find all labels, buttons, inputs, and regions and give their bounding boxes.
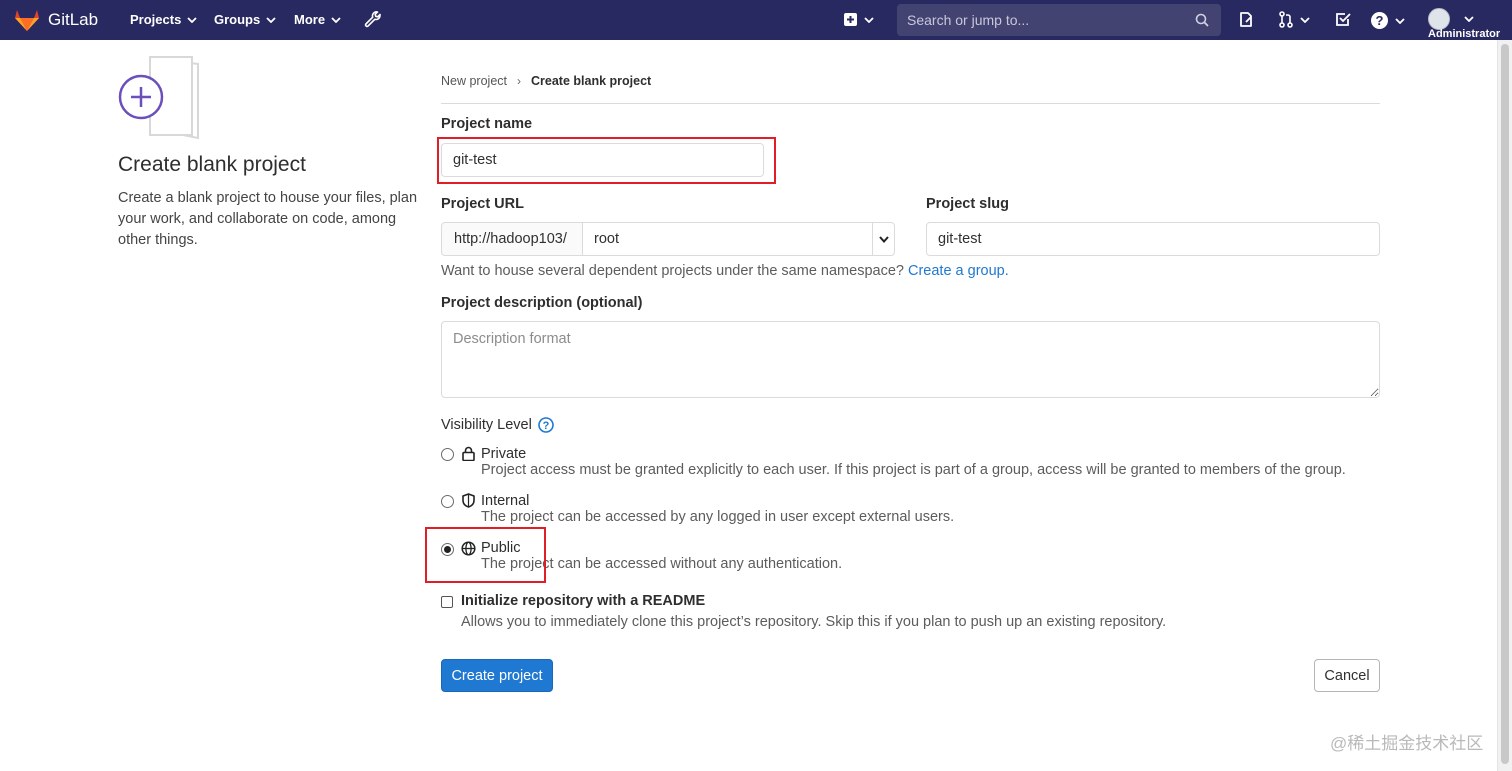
- merge-requests-dropdown[interactable]: [1278, 11, 1310, 28]
- blank-project-illustration-icon: [118, 56, 199, 139]
- admin-wrench-icon[interactable]: [364, 11, 382, 29]
- user-name: Administrator: [1428, 28, 1501, 40]
- chevron-down-icon: [266, 16, 276, 23]
- nav-more-label: More: [294, 12, 326, 27]
- readme-label: Initialize repository with a README: [461, 593, 706, 609]
- lock-icon: [462, 446, 475, 461]
- visibility-private-label: Private: [481, 446, 527, 462]
- chevron-down-icon: [1464, 16, 1474, 22]
- brand-home-link[interactable]: GitLab: [14, 6, 98, 34]
- issues-button[interactable]: [1238, 11, 1254, 28]
- issues-icon: [1240, 12, 1252, 27]
- url-prefix: http://hadoop103/: [441, 222, 583, 256]
- cancel-button[interactable]: Cancel: [1314, 659, 1380, 692]
- plus-square-icon: [844, 13, 857, 26]
- visibility-internal-radio[interactable]: [441, 495, 454, 508]
- project-slug-input[interactable]: [926, 222, 1380, 256]
- project-name-label: Project name: [441, 116, 533, 132]
- project-slug-label: Project slug: [926, 196, 1009, 212]
- visibility-private-radio[interactable]: [441, 448, 454, 461]
- new-item-dropdown[interactable]: [843, 12, 874, 27]
- description-label: Project description (optional): [441, 295, 643, 311]
- chevron-down-icon: [1395, 17, 1405, 24]
- divider: [441, 103, 1380, 104]
- svg-text:?: ?: [542, 420, 549, 432]
- chevron-down-icon: [864, 16, 874, 23]
- search-input[interactable]: [897, 4, 1187, 36]
- visibility-level-heading: Visibility Level ?: [441, 417, 554, 433]
- create-group-link[interactable]: Create a group.: [908, 263, 1009, 279]
- nav-projects-label: Projects: [130, 12, 182, 27]
- chevron-right-icon: ›: [517, 74, 521, 88]
- visibility-label: Visibility Level: [441, 417, 532, 433]
- todo-check-icon: [1336, 13, 1351, 26]
- gitlab-logo-icon: [15, 10, 39, 31]
- watermark: @稀土掘金技术社区: [1330, 734, 1484, 753]
- nav-groups-label: Groups: [214, 12, 261, 27]
- todos-button[interactable]: [1335, 11, 1351, 27]
- merge-request-icon: [1279, 11, 1293, 28]
- chevron-down-icon: [879, 236, 889, 243]
- svg-text:?: ?: [1376, 13, 1384, 28]
- highlight-box: [425, 527, 546, 583]
- namespace-select[interactable]: root: [582, 222, 895, 256]
- brand-name: GitLab: [48, 10, 99, 29]
- namespace-help-text: Want to house several dependent projects…: [441, 263, 1009, 279]
- description-textarea[interactable]: [441, 321, 1380, 398]
- search-icon: [1195, 13, 1209, 27]
- breadcrumb: New project › Create blank project: [441, 74, 651, 88]
- chevron-down-icon: [1300, 16, 1310, 23]
- avatar: [1428, 8, 1450, 30]
- shield-icon: [462, 493, 475, 508]
- search-bar: [897, 4, 1221, 36]
- create-project-button[interactable]: Create project: [441, 659, 553, 692]
- chevron-down-icon: [187, 16, 197, 23]
- namespace-value: root: [594, 231, 619, 247]
- intro-description: Create a blank project to house your fil…: [118, 190, 418, 248]
- visibility-private-description: Project access must be granted explicitl…: [481, 462, 1346, 478]
- scrollbar[interactable]: [1497, 40, 1512, 771]
- help-circle-icon[interactable]: ?: [538, 417, 554, 433]
- readme-checkbox[interactable]: [441, 596, 453, 608]
- chevron-down-icon: [331, 16, 341, 23]
- highlight-box: [437, 137, 776, 184]
- readme-description: Allows you to immediately clone this pro…: [461, 614, 1167, 630]
- breadcrumb-new-project[interactable]: New project: [441, 74, 507, 88]
- nav-more-dropdown[interactable]: More: [294, 12, 341, 27]
- visibility-internal-description: The project can be accessed by any logge…: [481, 509, 955, 525]
- namespace-help: Want to house several dependent projects…: [441, 263, 904, 279]
- visibility-internal-label: Internal: [481, 493, 530, 509]
- top-navbar: GitLab Projects Groups More Search or ju…: [0, 0, 1512, 40]
- help-dropdown[interactable]: ?: [1370, 11, 1405, 30]
- intro-title: Create blank project: [118, 153, 306, 176]
- question-circle-icon: ?: [1371, 12, 1388, 29]
- user-menu-dropdown[interactable]: Administrator: [1428, 6, 1512, 40]
- nav-groups-dropdown[interactable]: Groups: [214, 12, 276, 27]
- breadcrumb-current: Create blank project: [531, 74, 652, 88]
- scrollbar-thumb[interactable]: [1501, 44, 1509, 764]
- divider: [872, 223, 873, 255]
- nav-projects-dropdown[interactable]: Projects: [130, 12, 197, 27]
- project-url-label: Project URL: [441, 196, 524, 212]
